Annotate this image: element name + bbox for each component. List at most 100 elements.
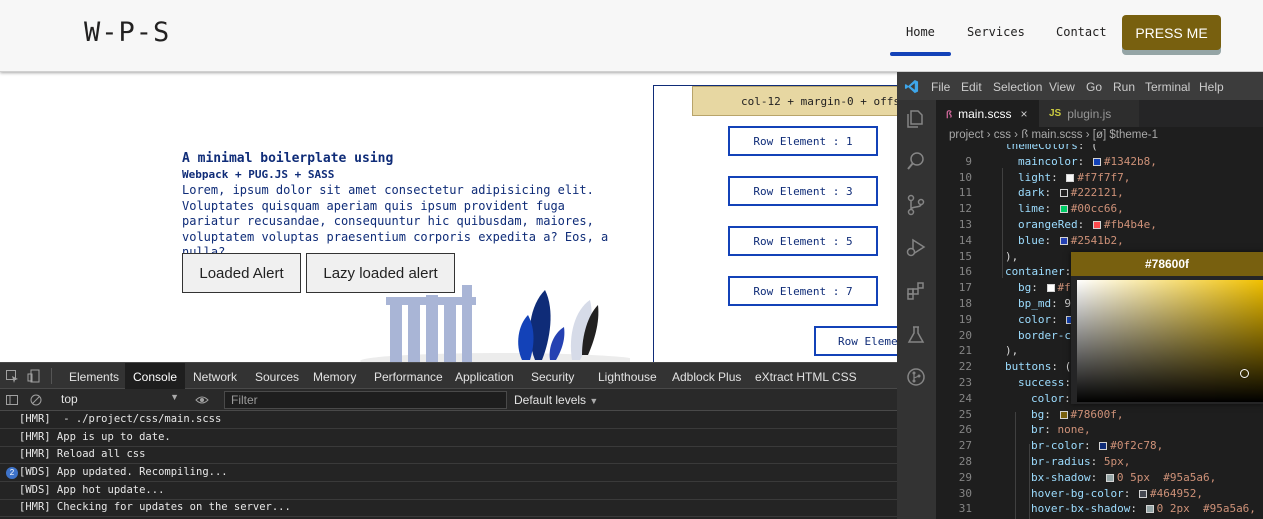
code-text: bg: #f [1018, 281, 1071, 295]
menu-file[interactable]: File [931, 80, 950, 94]
menu-help[interactable]: Help [1199, 80, 1224, 94]
color-swatch[interactable] [1105, 473, 1114, 482]
log-levels-dropdown[interactable]: Default levels ▼ [514, 393, 598, 407]
tab-application[interactable]: Application [455, 370, 514, 384]
tab-elements[interactable]: Elements [69, 370, 119, 384]
context-value: top [61, 392, 78, 406]
tab-extract-html-css[interactable]: eXtract HTML CSS [755, 370, 857, 384]
devtools-tab-bar: Elements Console Network Sources Memory … [0, 363, 897, 389]
extensions-icon[interactable] [905, 280, 927, 302]
row-element: Row Element : 3 [728, 176, 878, 206]
devtools-panel: Elements Console Network Sources Memory … [0, 362, 897, 519]
line-number: 19 [958, 312, 972, 326]
code-text: hover-bx-shadow: 0 2px #95a5a6, [1031, 502, 1256, 516]
code-line: 25 bg: #78600f, [936, 407, 1263, 423]
toolbar-divider [51, 368, 52, 384]
repeat-count-badge: 2 [6, 467, 18, 479]
site-header: W-P-S Home Services Contact PRESS ME [0, 0, 1263, 72]
color-swatch[interactable] [1046, 284, 1055, 293]
line-number: 24 [958, 391, 972, 405]
color-picker-handle[interactable] [1240, 369, 1249, 378]
tab-lighthouse[interactable]: Lighthouse [598, 370, 657, 384]
show-sidebar-icon[interactable] [5, 393, 19, 407]
color-swatch[interactable] [1059, 205, 1068, 214]
vscode-logo-icon [904, 79, 919, 94]
menu-terminal[interactable]: Terminal [1145, 80, 1190, 94]
tab-network[interactable]: Network [193, 370, 237, 384]
line-number: 9 [965, 154, 972, 168]
tab-performance[interactable]: Performance [374, 370, 443, 384]
tab-main-scss[interactable]: ꟗ main.scss × [936, 100, 1039, 127]
line-number: 10 [958, 170, 972, 184]
indent-guide [1029, 444, 1030, 519]
loaded-alert-button[interactable]: Loaded Alert [182, 253, 301, 293]
tab-memory[interactable]: Memory [313, 370, 356, 384]
tab-security[interactable]: Security [531, 370, 574, 384]
color-swatch[interactable] [1059, 189, 1068, 198]
line-number: 31 [958, 502, 972, 516]
color-swatch[interactable] [1092, 221, 1101, 229]
line-number: 17 [958, 281, 972, 295]
saturation-panel[interactable] [1077, 280, 1263, 402]
nav-services-link[interactable]: Services [967, 25, 1025, 39]
code-text: bg: #78600f, [1031, 407, 1124, 421]
context-select[interactable]: top ▼ [57, 392, 183, 408]
breadcrumb[interactable]: project › css › ꟗ main.scss › [ø] $theme… [936, 127, 1263, 144]
search-icon[interactable] [905, 150, 927, 172]
code-line: 13 orangeRed: #fb4b4e, [936, 217, 1263, 233]
vscode-menubar: File Edit Selection View Go Run Terminal… [897, 72, 1263, 100]
console-message: [HMR] Checking for updates on the server… [0, 499, 897, 517]
line-number: 26 [958, 423, 972, 437]
nav-contact-link[interactable]: Contact [1056, 25, 1107, 39]
testing-flask-icon[interactable] [905, 324, 927, 346]
console-message: [HMR] - ./project/css/main.scss [0, 411, 897, 429]
line-number: 30 [958, 486, 972, 500]
code-line: 26 br: none, [936, 422, 1263, 438]
inspect-element-icon[interactable] [5, 369, 19, 383]
explorer-icon[interactable] [905, 108, 927, 130]
color-swatch[interactable] [1092, 157, 1101, 166]
source-control-icon[interactable] [905, 194, 927, 216]
console-message: [HMR] Reload all css [0, 446, 897, 464]
code-text: ), [1005, 249, 1019, 263]
line-number: 18 [958, 297, 972, 310]
color-swatch[interactable] [1066, 173, 1075, 182]
console-filter-input[interactable]: Filter [224, 391, 507, 409]
close-icon[interactable]: × [1020, 107, 1027, 121]
console-message: [WDS] App hot update... [0, 482, 897, 500]
device-toolbar-icon[interactable] [27, 369, 41, 383]
code-text: br: none, [1031, 423, 1091, 437]
menu-edit[interactable]: Edit [961, 80, 982, 94]
menu-run[interactable]: Run [1113, 80, 1135, 94]
color-swatch[interactable] [1059, 410, 1068, 419]
row-element: Row Element : 7 [728, 276, 878, 306]
live-expression-eye-icon[interactable] [195, 393, 209, 407]
color-swatch[interactable] [1099, 442, 1108, 451]
run-debug-icon[interactable] [905, 236, 927, 258]
nav-home-link[interactable]: Home [906, 25, 935, 39]
clear-console-icon[interactable] [29, 393, 43, 407]
code-text: br-color: #0f2c78, [1031, 439, 1164, 453]
color-swatch[interactable] [1138, 489, 1147, 498]
tab-plugin-js[interactable]: JS plugin.js [1039, 100, 1139, 127]
tab-sources[interactable]: Sources [255, 370, 299, 384]
press-me-button[interactable]: PRESS ME [1122, 15, 1221, 50]
menu-go[interactable]: Go [1086, 80, 1102, 94]
line-number: 25 [958, 407, 972, 421]
site-logo[interactable]: W-P-S [84, 17, 170, 48]
js-file-icon: JS [1049, 108, 1062, 119]
color-swatch[interactable] [1145, 505, 1154, 514]
line-number: 21 [958, 344, 972, 358]
color-picker-popup[interactable]: #78600f [1071, 252, 1263, 404]
menu-view[interactable]: View [1049, 80, 1075, 94]
editor-tab-bar: ꟗ main.scss × JS plugin.js [936, 100, 1263, 127]
console-message: [HMR] App is up to date. [0, 429, 897, 447]
console-message: 2 [WDS] App updated. Recompiling... [0, 464, 897, 482]
hero-subtitle: Webpack + PUG.JS + SASS [182, 168, 335, 181]
git-graph-icon[interactable] [905, 366, 927, 388]
tab-adblock-plus[interactable]: Adblock Plus [672, 370, 741, 384]
menu-selection[interactable]: Selection [993, 80, 1042, 94]
tab-console[interactable]: Console [125, 363, 186, 389]
code-line: 27 br-color: #0f2c78, [936, 438, 1263, 454]
color-swatch[interactable] [1059, 236, 1068, 245]
